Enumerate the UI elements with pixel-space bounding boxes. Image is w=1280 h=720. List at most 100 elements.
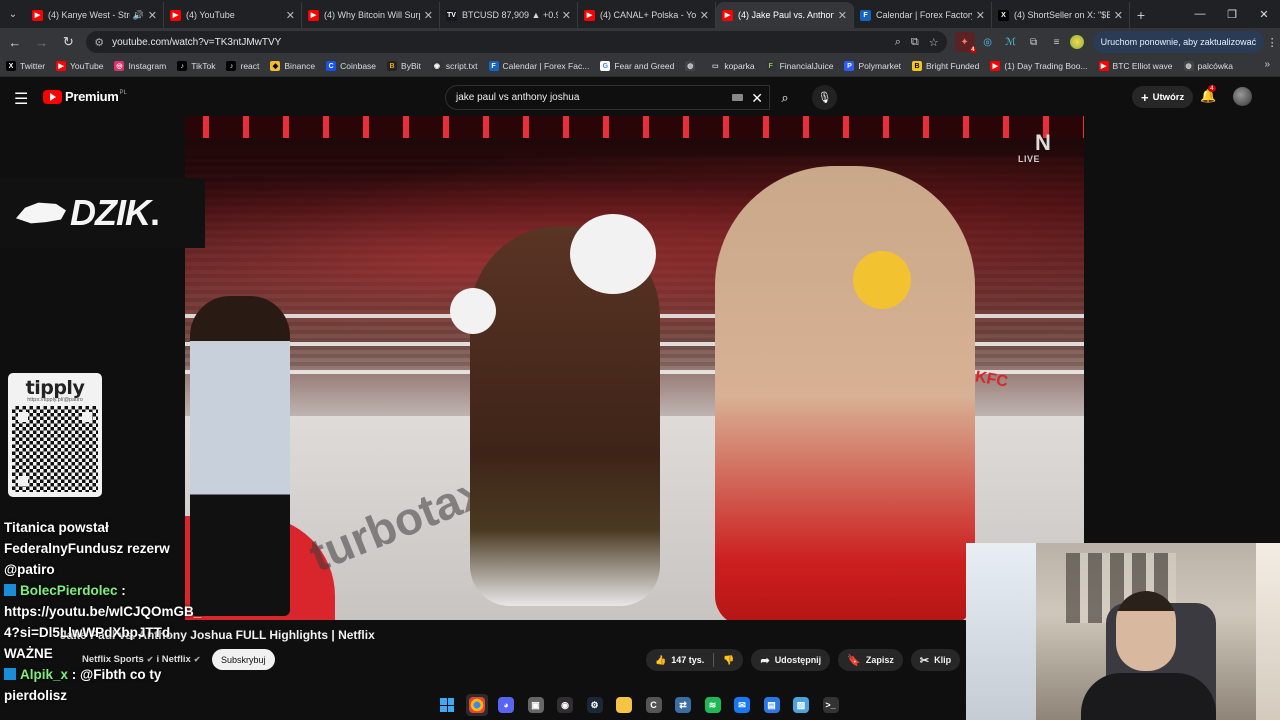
like-button[interactable]: 👍 147 tys.	[646, 649, 713, 671]
browser-tab[interactable]: TV BTCUSD 87,909 ▲ +0.91% ✕	[440, 2, 578, 28]
bookmark-star-icon[interactable]: ☆	[929, 36, 939, 49]
bookmark-item[interactable]: ◍	[685, 61, 699, 71]
extension-icon[interactable]: ◎	[978, 32, 998, 52]
tab-title: (4) YouTube	[186, 10, 235, 20]
maximize-icon[interactable]: ❐	[1216, 0, 1248, 28]
bookmark-label: ByBit	[401, 61, 421, 71]
close-tab-icon[interactable]: ✕	[1114, 9, 1123, 22]
bookmark-item[interactable]: X Twitter	[6, 61, 45, 71]
windows-icon[interactable]	[436, 694, 458, 716]
bookmark-item[interactable]: ▶ YouTube	[56, 61, 103, 71]
bookmark-item[interactable]: F FinancialJuice	[765, 61, 833, 71]
discord-icon[interactable]: ◕	[495, 694, 517, 716]
share-button[interactable]: ➦ Udostępnij	[751, 649, 831, 671]
audio-icon[interactable]: 🔊	[133, 10, 144, 21]
browser-tab[interactable]: ▶ (4) CANAL+ Polska - YouT ✕	[578, 2, 716, 28]
create-button[interactable]: + Utwórz	[1132, 86, 1194, 108]
minimize-icon[interactable]: —	[1184, 0, 1216, 28]
clear-search-icon[interactable]: ✕	[751, 90, 763, 107]
tipply-url: https://tipply.pl/@patiro	[27, 397, 83, 403]
chat-badge-icon	[4, 584, 16, 596]
keyboard-icon[interactable]	[732, 94, 743, 101]
bookmark-item[interactable]: P Polymarket	[844, 61, 901, 71]
back-icon[interactable]: ←	[3, 30, 27, 54]
close-tab-icon[interactable]: ✕	[562, 9, 571, 22]
search-input[interactable]: jake paul vs anthony joshua ✕	[445, 85, 770, 110]
browser-tab[interactable]: ▶ (4) Jake Paul vs. Anthony ✕	[716, 2, 854, 28]
bookmark-item[interactable]: ▶ (1) Day Trading Boo...	[990, 61, 1088, 71]
bookmark-item[interactable]: ◆ Binance	[270, 61, 315, 71]
bookmark-item[interactable]: ▶ BTC Elliot wave	[1098, 61, 1173, 71]
menu-icon[interactable]: ☰	[14, 89, 28, 109]
zoom-icon[interactable]: ⌕	[895, 36, 901, 49]
forward-icon[interactable]: →	[30, 30, 54, 54]
browser-tab[interactable]: F Calendar | Forex Factory ✕	[854, 2, 992, 28]
close-tab-icon[interactable]: ✕	[286, 9, 295, 22]
bookmark-item[interactable]: B ByBit	[387, 61, 421, 71]
reload-icon[interactable]: ↻	[56, 30, 80, 54]
tab-title: (4) ShortSeller on X: "$BT	[1014, 10, 1110, 20]
save-button[interactable]: 🔖 Zapisz	[838, 649, 903, 671]
close-tab-icon[interactable]: ✕	[976, 9, 985, 22]
terminal-icon[interactable]: >_	[820, 694, 842, 716]
folder-icon[interactable]	[613, 694, 635, 716]
ccleaner-icon[interactable]: C	[643, 694, 665, 716]
browser-tab[interactable]: ▶ (4) Kanye West - Stro 🔊 ✕	[26, 2, 164, 28]
spotify-icon[interactable]: ≋	[702, 694, 724, 716]
video-player[interactable]: turbotax KFC N LIVE	[185, 116, 1084, 620]
notifications-icon[interactable]: 🔔 4	[1200, 85, 1216, 104]
bookmark-item[interactable]: C Coinbase	[326, 61, 376, 71]
github-icon: ◉	[431, 61, 442, 71]
tool-icon[interactable]: ▣	[525, 694, 547, 716]
messenger-icon[interactable]: ✉	[731, 694, 753, 716]
install-icon[interactable]: ⧉	[911, 36, 919, 49]
bookmark-item[interactable]: ♪ react	[226, 61, 259, 71]
chat-line: BolecPierdolec :	[0, 580, 200, 601]
streamer-body	[1081, 673, 1216, 720]
search-icon[interactable]: ⌕	[770, 85, 800, 110]
close-window-icon[interactable]: ✕	[1248, 0, 1280, 28]
bookmarks-bar: X Twitter ▶ YouTube ◎ Instagram ♪ TikTok ♪ react ◆…	[0, 56, 1280, 77]
bookmark-item[interactable]: F Calendar | Forex Fac...	[488, 61, 589, 71]
clip-button[interactable]: ✂ Klip	[910, 649, 961, 671]
bookmark-item[interactable]: ♪ TikTok	[177, 61, 215, 71]
extension-icon[interactable]: ℳ	[1001, 32, 1021, 52]
dislike-button[interactable]: 👎	[714, 649, 743, 671]
bookmark-item[interactable]: ◉ script.txt	[431, 61, 478, 71]
browser-tab[interactable]: ▶ (4) Why Bitcoin Will Surpa ✕	[302, 2, 440, 28]
browser-menu-icon[interactable]: ⋮	[1264, 36, 1280, 49]
obs-icon[interactable]: ◉	[554, 694, 576, 716]
extension-icon[interactable]: ✦ 4	[954, 32, 976, 53]
address-bar[interactable]: ⚙ youtube.com/watch?v=TK3ntJMwTVY ⌕ ⧉ ☆	[86, 31, 947, 53]
extensions-puzzle-icon[interactable]: ⧉	[1024, 32, 1044, 52]
close-tab-icon[interactable]: ✕	[838, 9, 847, 22]
youtube-logo[interactable]: Premium PL	[43, 89, 127, 104]
window-controls: — ❐ ✕	[1184, 0, 1280, 28]
bookmark-item[interactable]: ◍ palcówka	[1183, 61, 1233, 71]
photos-icon[interactable]: ▨	[790, 694, 812, 716]
chrome-icon[interactable]	[465, 694, 488, 716]
youtube-play-icon	[43, 89, 62, 104]
close-tab-icon[interactable]: ✕	[424, 9, 433, 22]
avatar[interactable]	[1233, 87, 1252, 106]
close-tab-icon[interactable]: ✕	[700, 9, 709, 22]
update-browser-button[interactable]: Uruchom ponownie, aby zaktualizować	[1092, 31, 1265, 53]
vpn-icon[interactable]: ⇄	[672, 694, 694, 716]
steam-icon[interactable]: ⚙	[584, 694, 606, 716]
bookmark-item[interactable]: ◎ Instagram	[114, 61, 166, 71]
reading-list-icon[interactable]: ≡	[1047, 32, 1067, 52]
bookmark-item[interactable]: G Fear and Greed	[600, 61, 674, 71]
notepad-icon[interactable]: ▤	[761, 694, 783, 716]
bookmarks-overflow-icon[interactable]: »	[1264, 59, 1270, 70]
tab-search-icon[interactable]: ⌄	[0, 0, 26, 28]
site-info-icon[interactable]: ⚙	[94, 36, 104, 49]
subscribe-button[interactable]: Subskrybuj	[212, 649, 275, 670]
bookmark-item[interactable]: ▭ koparka	[710, 61, 755, 71]
close-tab-icon[interactable]: ✕	[148, 9, 157, 22]
profile-icon[interactable]	[1069, 35, 1084, 49]
microphone-icon[interactable]: 🎙	[812, 85, 837, 110]
browser-tab[interactable]: ▶ (4) YouTube ✕	[164, 2, 302, 28]
browser-tab[interactable]: X (4) ShortSeller on X: "$BT ✕	[992, 2, 1130, 28]
bookmark-item[interactable]: B Bright Funded	[911, 61, 979, 71]
new-tab-button[interactable]: +	[1130, 2, 1152, 28]
